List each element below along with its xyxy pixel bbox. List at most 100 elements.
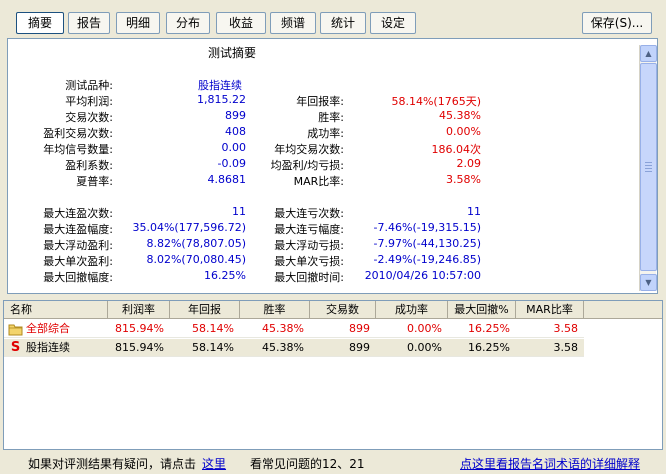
grip-line <box>645 165 652 166</box>
col-header-trades[interactable]: 交易数 <box>310 301 376 319</box>
tab-settings[interactable]: 设定 <box>370 12 416 34</box>
grid-cell: 股指连续 <box>26 341 70 354</box>
results-grid: 名称 利润率 年回报 胜率 交易数 成功率 最大回撤% MAR比率 全部综合 8… <box>3 300 663 450</box>
summary-label: 最大连亏次数: <box>274 207 344 220</box>
tab-bar: 摘要 报告 明细 分布 收益 频谱 统计 设定 保存(S)... <box>0 0 666 38</box>
col-header-profit[interactable]: 利润率 <box>108 301 170 319</box>
summary-value: 8.82%(78,807.05) <box>146 237 246 250</box>
summary-label: 最大回撤幅度: <box>43 271 113 284</box>
summary-row: 盈利交易次数: 408 成功率: 0.00% <box>8 125 638 141</box>
summary-label: 测试品种: <box>65 79 113 92</box>
scroll-down-button[interactable]: ▼ <box>640 274 657 291</box>
summary-value: -0.09 <box>217 157 246 170</box>
tab-details[interactable]: 明细 <box>116 12 160 34</box>
grid-cell: 899 <box>349 341 370 354</box>
summary-value: 11 <box>232 205 246 218</box>
grid-cell: 0.00% <box>407 341 442 354</box>
summary-value: 45.38% <box>439 109 481 122</box>
grid-cell: 3.58 <box>553 341 579 354</box>
tab-spectrum[interactable]: 频谱 <box>270 12 316 34</box>
summary-row: 夏普率: 4.8681 MAR比率: 3.58% <box>8 173 638 189</box>
col-header-winrate[interactable]: 胜率 <box>240 301 310 319</box>
col-header-mar[interactable]: MAR比率 <box>516 301 584 319</box>
status-terms-link[interactable]: 点这里看报告名词术语的详细解释 <box>460 455 640 472</box>
summary-value: 58.14%(1765天) <box>391 95 481 108</box>
summary-value: -2.49%(-19,246.85) <box>373 253 481 266</box>
summary-label: 最大连亏幅度: <box>274 223 344 236</box>
summary-value: 4.8681 <box>207 173 247 186</box>
grid-cell: 899 <box>349 322 370 335</box>
summary-label: 均盈利/均亏损: <box>270 159 344 172</box>
summary-label: 最大连盈次数: <box>43 207 113 220</box>
col-header-name[interactable]: 名称 <box>4 301 108 319</box>
tab-distribution[interactable]: 分布 <box>166 12 210 34</box>
summary-label: 最大浮动盈利: <box>43 239 113 252</box>
grid-cell: 815.94% <box>115 341 164 354</box>
tab-returns[interactable]: 收益 <box>216 12 266 34</box>
summary-value: 408 <box>225 125 246 138</box>
col-header-maxdd[interactable]: 最大回撤% <box>448 301 516 319</box>
table-row[interactable]: S 股指连续 815.94% 58.14% 45.38% 899 0.00% 1… <box>4 339 584 357</box>
summary-panel: 测试摘要 测试品种: 股指连续 平均利润: 1,815.22 年回报率: 58.… <box>7 38 658 294</box>
summary-row: 最大单次盈利: 8.02%(70,080.45) 最大单次亏损: -2.49%(… <box>8 253 638 269</box>
summary-value: 0.00% <box>446 125 481 138</box>
status-link-here[interactable]: 这里 <box>202 455 226 472</box>
grid-cell: 58.14% <box>192 322 234 335</box>
table-row[interactable]: 全部综合 815.94% 58.14% 45.38% 899 0.00% 16.… <box>4 320 584 338</box>
summary-label: 盈利系数: <box>65 159 113 172</box>
summary-label: 成功率: <box>307 127 344 140</box>
summary-value: 3.58% <box>446 173 481 186</box>
summary-product-value: 股指连续 <box>198 79 242 92</box>
summary-label: 最大单次盈利: <box>43 255 113 268</box>
summary-label: 最大浮动亏损: <box>274 239 344 252</box>
status-bar: 如果对评测结果有疑问，请点击 这里 看常见问题的12、21 点这里看报告名词术语… <box>0 450 666 474</box>
grip-line <box>645 162 652 163</box>
summary-title: 测试摘要 <box>208 46 257 60</box>
scroll-up-button[interactable]: ▲ <box>640 45 657 62</box>
summary-value: 8.02%(70,080.45) <box>146 253 246 266</box>
summary-label: 年均交易次数: <box>274 143 344 156</box>
summary-label: 胜率: <box>318 111 344 124</box>
grid-cell: 16.25% <box>468 341 510 354</box>
summary-value: 2010/04/26 10:57:00 <box>364 269 481 282</box>
summary-row: 平均利润: 1,815.22 年回报率: 58.14%(1765天) <box>8 93 638 109</box>
summary-label: 交易次数: <box>65 111 113 124</box>
grid-cell: 58.14% <box>192 341 234 354</box>
col-header-annual[interactable]: 年回报 <box>170 301 240 319</box>
summary-row: 最大浮动盈利: 8.82%(78,807.05) 最大浮动亏损: -7.97%(… <box>8 237 638 253</box>
col-header-success[interactable]: 成功率 <box>376 301 448 319</box>
summary-value: 2.09 <box>456 157 482 170</box>
grid-cell: 16.25% <box>468 322 510 335</box>
summary-row: 年均信号数量: 0.00 年均交易次数: 186.04次 <box>8 141 638 157</box>
summary-scrollbar[interactable]: ▲ ▼ <box>639 45 657 291</box>
summary-value: 16.25% <box>204 269 246 282</box>
summary-row-product: 测试品种: 股指连续 <box>8 77 638 93</box>
summary-label: MAR比率: <box>293 175 344 188</box>
summary-value: 1,815.22 <box>197 93 246 106</box>
summary-label: 最大单次亏损: <box>274 255 344 268</box>
summary-row: 最大连盈幅度: 35.04%(177,596.72) 最大连亏幅度: -7.46… <box>8 221 638 237</box>
summary-value: 11 <box>467 205 481 218</box>
grid-cell: 45.38% <box>262 341 304 354</box>
tab-report[interactable]: 报告 <box>68 12 110 34</box>
grip-line <box>645 171 652 172</box>
summary-row: 交易次数: 899 胜率: 45.38% <box>8 109 638 125</box>
summary-value: 35.04%(177,596.72) <box>132 221 246 234</box>
summary-row: 最大连盈次数: 11 最大连亏次数: 11 <box>8 205 638 221</box>
summary-label: 年回报率: <box>296 95 344 108</box>
summary-value: -7.97%(-44,130.25) <box>373 237 481 250</box>
grid-cell: 全部综合 <box>26 322 70 335</box>
grid-header: 名称 利润率 年回报 胜率 交易数 成功率 最大回撤% MAR比率 <box>4 301 662 319</box>
status-text: 如果对评测结果有疑问，请点击 <box>28 457 197 471</box>
summary-label: 平均利润: <box>65 95 113 108</box>
summary-label: 盈利交易次数: <box>43 127 113 140</box>
tab-statistics[interactable]: 统计 <box>320 12 366 34</box>
summary-label: 夏普率: <box>76 175 113 188</box>
summary-value: 899 <box>225 109 246 122</box>
tab-summary[interactable]: 摘要 <box>16 12 64 34</box>
scroll-thumb[interactable] <box>640 63 657 271</box>
save-button[interactable]: 保存(S)... <box>582 12 652 34</box>
summary-value: 0.00 <box>221 141 247 154</box>
summary-row: 盈利系数: -0.09 均盈利/均亏损: 2.09 <box>8 157 638 173</box>
status-faq-text: 看常见问题的12、21 <box>250 457 365 471</box>
